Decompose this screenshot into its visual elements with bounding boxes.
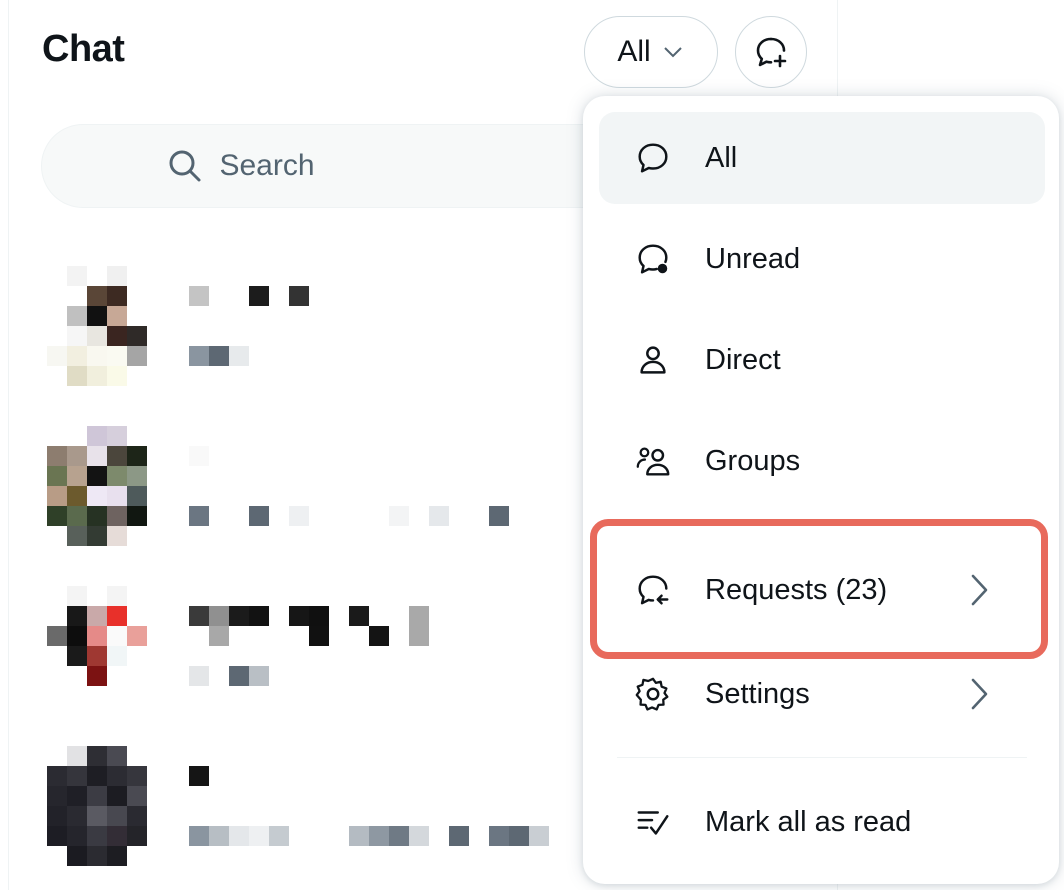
people-icon (633, 441, 673, 481)
menu-item-all[interactable]: All (599, 112, 1045, 204)
menu-item-label: Unread (705, 242, 801, 275)
menu-item-label: Requests (23) (705, 573, 888, 606)
conversation-name (189, 446, 209, 466)
conversation-preview (189, 506, 509, 526)
conversation-name (189, 606, 429, 646)
chat-header: Chat All (9, 0, 839, 104)
menu-item-unread[interactable]: Unread (599, 213, 1045, 305)
chat-bubble-unread-icon (633, 239, 673, 279)
conversation-item[interactable] (47, 746, 567, 876)
search-icon (169, 150, 201, 182)
chevron-right-icon (971, 574, 988, 606)
menu-item-requests[interactable]: Requests (23) (599, 544, 1045, 636)
gear-icon (633, 674, 673, 714)
conversation-preview (189, 826, 549, 846)
mark-read-icon (633, 802, 673, 842)
conversation-item[interactable] (47, 586, 567, 716)
page-title: Chat (42, 28, 125, 70)
conversation-preview (189, 666, 269, 686)
menu-item-label: Settings (705, 677, 810, 710)
menu-item-label: Groups (705, 444, 801, 477)
menu-divider (617, 757, 1027, 758)
chat-request-icon (633, 570, 673, 610)
avatar (47, 746, 149, 866)
avatar (47, 586, 149, 706)
menu-item-groups[interactable]: Groups (599, 415, 1045, 507)
avatar (47, 426, 149, 546)
chevron-down-icon (663, 47, 682, 58)
person-icon (633, 340, 673, 380)
chevron-right-icon (971, 678, 988, 710)
menu-item-direct[interactable]: Direct (599, 314, 1045, 406)
menu-item-label: All (705, 141, 738, 174)
conversation-name (189, 766, 209, 786)
menu-item-settings[interactable]: Settings (599, 648, 1045, 740)
new-chat-button[interactable] (735, 16, 807, 88)
avatar (47, 266, 149, 386)
menu-item-label: Mark all as read (705, 805, 912, 838)
conversation-item[interactable] (47, 266, 567, 396)
new-chat-icon (756, 37, 787, 68)
conversation-name (189, 286, 329, 306)
conversation-item[interactable] (47, 426, 567, 556)
menu-item-mark-all-read[interactable]: Mark all as read (599, 776, 1045, 868)
menu-item-label: Direct (705, 343, 781, 376)
filter-dropdown-menu: All Unread Direct Groups Requests (23) S… (583, 96, 1059, 884)
filter-label: All (617, 35, 651, 68)
filter-dropdown-button[interactable]: All (584, 16, 718, 88)
chat-bubble-icon (633, 138, 673, 178)
search-placeholder: Search (219, 149, 315, 182)
conversation-preview (189, 346, 269, 366)
